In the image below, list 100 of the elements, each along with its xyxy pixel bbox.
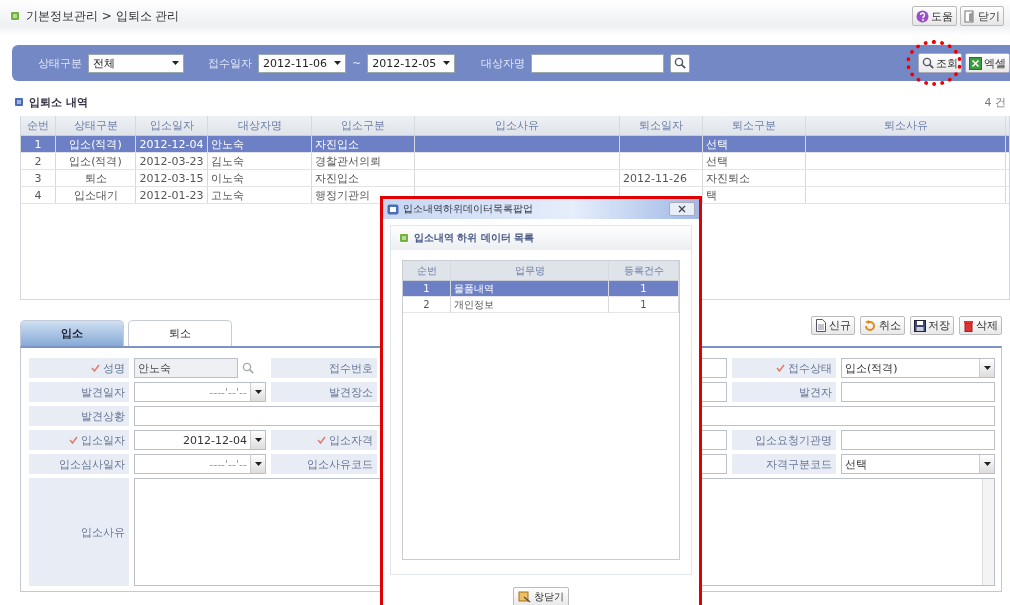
- search-icon: [922, 57, 934, 69]
- table-cell: 2012-03-15: [139, 172, 204, 185]
- field-label: 성명: [29, 358, 129, 378]
- trash-icon: [963, 319, 974, 332]
- field-label: 입소사유코드: [271, 454, 377, 474]
- table-cell: 경찰관서의뢰: [315, 155, 381, 168]
- table-cell: 3: [34, 172, 42, 185]
- action-button[interactable]: 취소: [860, 316, 905, 335]
- table-cell: 2012-03-23: [139, 155, 204, 168]
- table-cell: 안노숙: [211, 138, 244, 151]
- spreadsheet-icon: [969, 56, 982, 70]
- table-cell: 개인정보: [454, 299, 494, 310]
- dropdown[interactable]: 선택: [841, 454, 995, 474]
- column-header: 퇴소사유: [883, 119, 928, 132]
- close-window-button[interactable]: 창닫기: [513, 587, 569, 605]
- field-label: 입소사유: [29, 478, 129, 586]
- table-cell: 자진입소: [315, 172, 359, 185]
- field-label: 자격구분코드: [732, 454, 836, 474]
- caret-icon: [983, 366, 991, 370]
- action-button[interactable]: 신규: [811, 316, 855, 335]
- table-cell: 김노숙: [211, 155, 244, 168]
- action-button[interactable]: 저장: [910, 316, 954, 335]
- bullet-icon: [14, 97, 24, 107]
- filter-button[interactable]: 조회: [918, 53, 962, 73]
- field-label: 발견상황: [29, 406, 129, 426]
- caret-icon: [443, 61, 451, 65]
- caret-icon: [172, 61, 179, 65]
- table-cell: 2012-01-23: [139, 189, 204, 202]
- action-button[interactable]: 삭제: [959, 316, 1002, 335]
- input-field[interactable]: [841, 382, 995, 402]
- field-label: 접수번호: [271, 358, 377, 378]
- tab[interactable]: 퇴소: [128, 320, 232, 346]
- date-picker[interactable]: 2012-11-06: [258, 53, 346, 73]
- table-row[interactable]: 2 개인정보 1: [403, 297, 679, 313]
- check-icon: [91, 364, 100, 372]
- date-separator: ~: [352, 56, 362, 70]
- field-label: 입소심사일자: [29, 454, 129, 474]
- field-label: 접수상태: [732, 358, 836, 378]
- caret-icon: [334, 61, 341, 65]
- name-input-field[interactable]: [531, 53, 665, 73]
- table-cell: 입소(적격): [69, 138, 122, 151]
- help-icon: [916, 9, 929, 23]
- table-cell: 2: [34, 155, 42, 168]
- table-cell: 1: [34, 138, 42, 151]
- column-header: 업무명: [514, 265, 545, 276]
- caret-icon: [254, 462, 262, 466]
- header-button[interactable]: 닫기: [960, 6, 1004, 26]
- date-picker[interactable]: 2012-12-05: [367, 53, 456, 73]
- check-icon: [69, 436, 78, 444]
- tab[interactable]: 입소: [20, 320, 124, 346]
- document-icon: [815, 319, 827, 332]
- caret-icon: [254, 438, 262, 442]
- close-icon: [678, 205, 686, 213]
- status-dropdown[interactable]: 전체: [88, 53, 184, 73]
- door-icon: [964, 9, 976, 23]
- caret-icon: [254, 390, 262, 394]
- undo-icon: [864, 319, 877, 332]
- check-icon: [776, 364, 785, 372]
- table-cell: 이노숙: [211, 172, 244, 185]
- field-label: 입소자격: [271, 430, 377, 450]
- record-count: 4 건: [984, 94, 1007, 110]
- search-icon: [674, 57, 687, 69]
- table-cell: 퇴소: [84, 172, 107, 185]
- bullet-icon: [399, 233, 409, 243]
- table-cell: 2012-12-04: [139, 138, 204, 151]
- table-cell: 1: [640, 299, 647, 310]
- table-cell: 선택: [706, 138, 728, 151]
- check-icon: [317, 436, 326, 444]
- search-button[interactable]: [670, 53, 691, 73]
- caret-icon: [983, 462, 991, 466]
- table-row[interactable]: 1 입소(적격) 2012-12-04 안노숙 자진입소 선택: [21, 136, 1009, 153]
- bullet-icon: [10, 11, 20, 21]
- field-label: 발견일자: [29, 382, 129, 402]
- input-field[interactable]: [841, 430, 995, 450]
- column-header: 입소일자: [149, 119, 194, 132]
- filter-button[interactable]: 엑셀: [965, 53, 1010, 73]
- table-cell: 자진퇴소: [706, 172, 750, 185]
- close-button[interactable]: [669, 202, 695, 216]
- table-row[interactable]: 3 퇴소 2012-03-15 이노숙 자진입소 2012-11-26 자진퇴소: [21, 170, 1009, 187]
- column-header: 퇴소일자: [639, 119, 683, 132]
- table-row[interactable]: 1 물품내역 1: [403, 281, 679, 297]
- column-header: 입소사유: [495, 119, 539, 132]
- table-cell: 입소(적격): [69, 155, 122, 168]
- column-header: 순번: [416, 265, 437, 276]
- column-header: 순번: [27, 119, 49, 132]
- table-cell: 자진입소: [315, 138, 359, 151]
- date-field[interactable]: 2012-12-04: [134, 430, 266, 450]
- column-header: 대상자명: [237, 119, 282, 132]
- table-cell: 1: [423, 283, 430, 294]
- filter-label: 접수일자: [208, 55, 252, 71]
- field-label: 발견장소: [271, 382, 377, 402]
- table-cell: 1: [640, 283, 647, 294]
- table-cell: 입소대기: [73, 189, 118, 202]
- dropdown[interactable]: 입소(적격): [841, 358, 995, 378]
- table-cell: 행정기관의: [315, 189, 370, 202]
- table-cell: 고노숙: [211, 189, 244, 202]
- breadcrumb: 기본정보관리 > 입퇴소 관리: [26, 7, 180, 25]
- header-button[interactable]: 도움: [912, 6, 957, 26]
- filter-label: 대상자명: [481, 55, 526, 71]
- table-row[interactable]: 2 입소(적격) 2012-03-23 김노숙 경찰관서의뢰 선택: [21, 153, 1009, 170]
